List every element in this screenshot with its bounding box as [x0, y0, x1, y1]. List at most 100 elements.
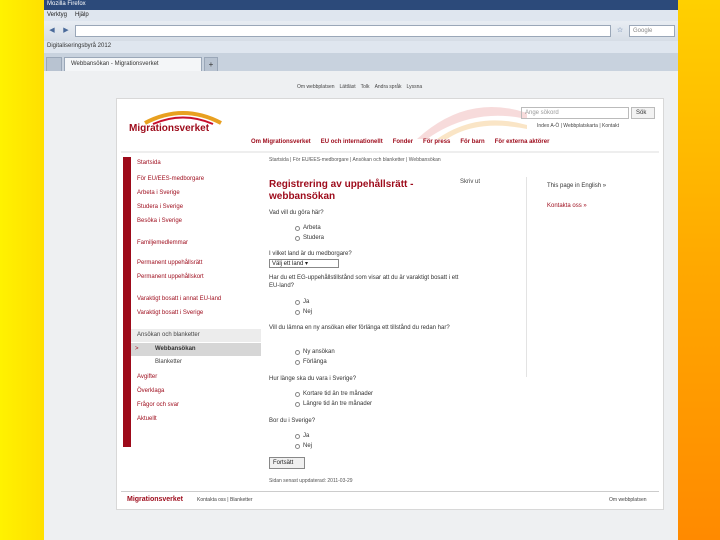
sidebar-item[interactable]: Varaktigt bosatt i Sverige [131, 307, 261, 320]
sidebar-item[interactable]: För EU/EES-medborgare [131, 173, 261, 186]
browser-search-input[interactable]: Google [629, 25, 675, 37]
radio-button[interactable] [295, 235, 300, 241]
arrow-right-icon: » [583, 203, 587, 209]
contact-link-label: Kontakta oss [547, 203, 582, 209]
footer-about-link[interactable]: Om webbplatsen [609, 497, 647, 503]
question-residence: Bor du i Sverige? [269, 418, 316, 424]
logo-text: Migrationsverket [129, 123, 210, 134]
sidebar-item[interactable]: Ansökan och blanketter [131, 329, 261, 342]
bookmark-item[interactable]: Digitaliseringsbyrå 2012 [47, 43, 111, 49]
radio-button[interactable] [295, 401, 300, 407]
utility-links[interactable]: Index A-Ö | Webbplatskarta | Kontakt [537, 123, 619, 129]
option-ja[interactable]: Ja [295, 299, 309, 305]
chevron-down-icon: ▾ [305, 261, 309, 267]
option-arbeta[interactable]: Arbeta [295, 225, 321, 231]
radio-button[interactable] [295, 443, 300, 449]
option-kortare[interactable]: Kortare tid än tre månader [295, 391, 373, 397]
sidebar-item[interactable]: Frågor och svar [131, 399, 261, 412]
continue-button[interactable]: Fortsätt [269, 457, 305, 469]
top-link[interactable]: Lyssna [407, 84, 423, 90]
nav-eu-internationellt[interactable]: EU och internationellt [321, 139, 383, 145]
option-ja[interactable]: Ja [295, 433, 309, 439]
sidebar-item[interactable]: Aktuellt [131, 413, 261, 426]
option-label: Förlänga [303, 359, 327, 365]
url-bar[interactable] [75, 25, 611, 37]
footer-logo[interactable]: Migrationsverket [127, 496, 183, 503]
sidebar-item[interactable]: Permanent uppehållsrätt [131, 257, 261, 270]
option-label: Nej [303, 309, 313, 315]
top-link[interactable]: Om webbplatsen [297, 84, 335, 90]
menu-hjalp[interactable]: Hjälp [75, 12, 89, 19]
nav-for-barn[interactable]: För barn [460, 139, 484, 145]
radio-button[interactable] [295, 349, 300, 355]
top-link[interactable]: Andra språk [375, 84, 402, 90]
main-navigation: Om Migrationsverket EU och internationel… [251, 139, 549, 145]
radio-button[interactable] [295, 225, 300, 231]
nav-fonder[interactable]: Fonder [393, 139, 413, 145]
tab-bar: Webbansökan - Migrationsverket + [44, 53, 678, 71]
tab-webbansokan[interactable]: Webbansökan - Migrationsverket [64, 57, 202, 71]
header-swoosh-icon [417, 106, 527, 139]
tab-pinned[interactable] [46, 57, 62, 71]
option-langre[interactable]: Längre tid än tre månader [295, 401, 372, 407]
sidebar-nav: Startsida För EU/EES-medborgare Arbeta i S… [123, 157, 261, 447]
back-icon[interactable]: ◀ [47, 26, 57, 36]
english-link[interactable]: This page in English » [547, 183, 606, 189]
top-link[interactable]: Lättläst [340, 84, 356, 90]
option-label: Ja [303, 433, 310, 439]
option-label: Ja [303, 299, 310, 305]
nav-for-press[interactable]: För press [423, 139, 450, 145]
site-search-button[interactable]: Sök [631, 107, 655, 119]
sidebar-item[interactable]: Webbansökan [131, 343, 261, 356]
country-select[interactable]: Välj ett land ▾ [269, 259, 339, 268]
sidebar-item[interactable]: Arbeta i Sverige [131, 187, 261, 200]
sidebar-item[interactable]: Startsida [131, 157, 261, 170]
radio-button[interactable] [295, 433, 300, 439]
site-logo[interactable]: Migrationsverket [129, 107, 229, 141]
option-nej[interactable]: Nej [295, 443, 312, 449]
star-icon[interactable]: ☆ [615, 26, 625, 36]
question-eg-permit: Har du ett EG-uppehållstillstånd som vis… [269, 275, 459, 289]
nav-externa-aktorer[interactable]: För externa aktörer [495, 139, 550, 145]
question-purpose: Vad vill du göra här? [269, 210, 324, 216]
question-duration: Hur länge ska du vara i Sverige? [269, 376, 357, 382]
footer-links[interactable]: Kontakta oss | Blanketter [197, 497, 253, 503]
nav-om-migrationsverket[interactable]: Om Migrationsverket [251, 139, 311, 145]
option-label: Ny ansökan [303, 349, 335, 355]
sidebar-item[interactable]: Besöka i Sverige [131, 215, 261, 228]
radio-button[interactable] [295, 359, 300, 365]
radio-button[interactable] [295, 391, 300, 397]
option-ny-ansokan[interactable]: Ny ansökan [295, 349, 335, 355]
sidebar-item[interactable]: Studera i Sverige [131, 201, 261, 214]
sidebar-item[interactable]: Varaktigt bosatt i annat EU-land [131, 293, 261, 306]
option-label: Arbeta [303, 225, 321, 231]
select-value: Välj ett land [272, 261, 304, 267]
new-tab-button[interactable]: + [204, 57, 218, 71]
menu-verktyg[interactable]: Verktyg [47, 12, 67, 19]
breadcrumb: Startsida | För EU/EES-medborgare | Ansö… [269, 157, 441, 163]
forward-icon[interactable]: ▶ [61, 26, 71, 36]
option-label: Kortare tid än tre månader [303, 391, 374, 397]
site-search-input[interactable]: Ange sökord [521, 107, 629, 119]
option-studera[interactable]: Studera [295, 235, 324, 241]
option-forlanga[interactable]: Förlänga [295, 359, 327, 365]
web-page: Om webbplatsen Lättläst Tolk Andra språk… [116, 84, 664, 510]
print-link[interactable]: Skriv ut [460, 179, 480, 185]
window-title: Mozilla Firefox [44, 0, 678, 10]
radio-button[interactable] [295, 309, 300, 315]
option-nej[interactable]: Nej [295, 309, 312, 315]
menu-bar: Verktyg Hjälp [44, 10, 678, 21]
sidebar-item[interactable]: Permanent uppehållskort [131, 271, 261, 284]
last-updated: Sidan senast uppdaterad: 2011-03-29 [269, 478, 353, 484]
question-application-type: Vill du lämna en ny ansökan eller förlän… [269, 325, 450, 331]
sidebar-item[interactable]: Blanketter [131, 356, 261, 369]
sidebar-item[interactable]: Familjemedlemmar [131, 237, 261, 250]
top-link[interactable]: Tolk [361, 84, 370, 90]
sidebar-item[interactable]: Avgifter [131, 371, 261, 384]
contact-link[interactable]: Kontakta oss » [547, 203, 587, 209]
radio-button[interactable] [295, 299, 300, 305]
current-arrow-icon: > [135, 346, 139, 352]
sidebar-item[interactable]: Överklaga [131, 385, 261, 398]
browser-window: Mozilla Firefox Verktyg Hjälp ◀ ▶ ☆ Goog… [44, 0, 678, 540]
question-country: I vilket land är du medborgare? [269, 251, 352, 257]
